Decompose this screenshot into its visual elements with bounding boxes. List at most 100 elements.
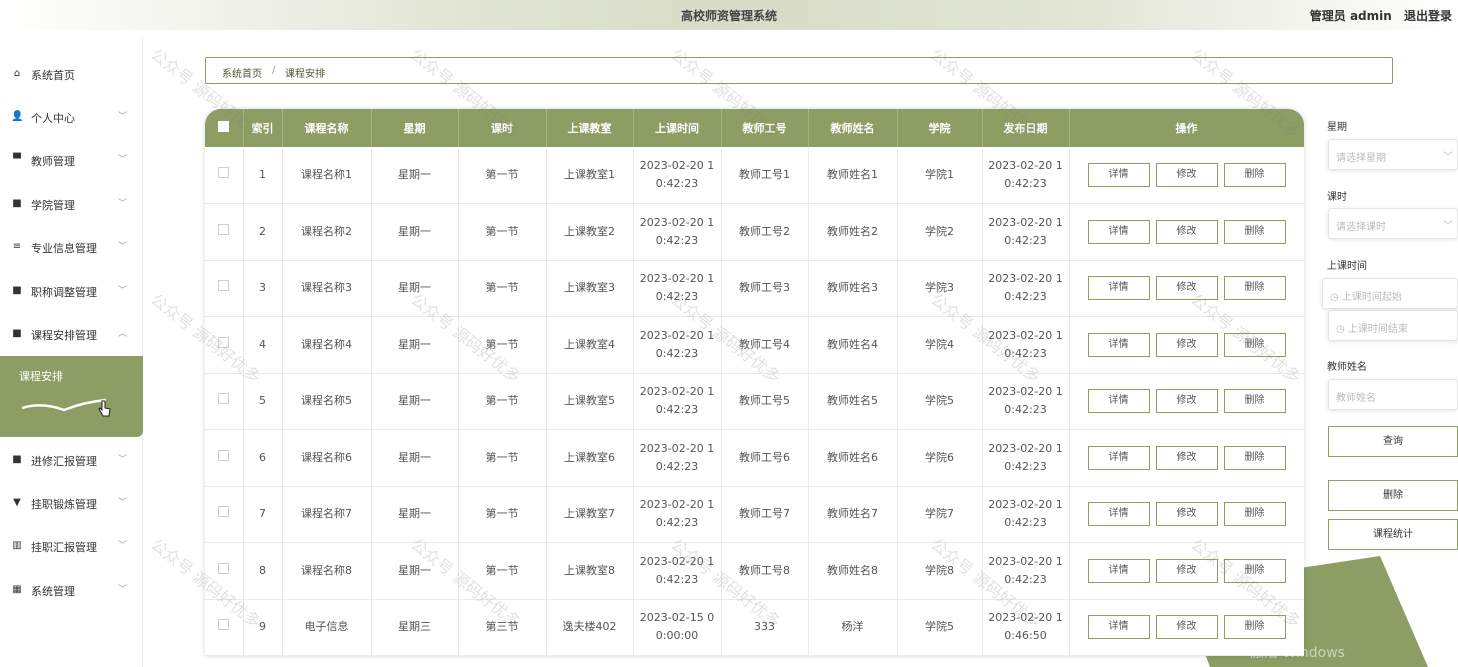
sidebar-item-9[interactable]: ▥ 挂职汇报管理 ﹀ xyxy=(0,531,143,561)
delete-button[interactable]: 删除 xyxy=(1223,389,1286,414)
detail-button[interactable]: 详情 xyxy=(1087,445,1150,470)
breadcrumb-separator: / xyxy=(272,65,276,76)
edit-button[interactable]: 修改 xyxy=(1155,558,1218,583)
col-header-period: 课时 xyxy=(458,109,547,147)
time-end-input[interactable]: ◷ 上课时间结束 xyxy=(1328,310,1458,341)
cell-period: 第三节 xyxy=(458,599,547,656)
cell-index: 4 xyxy=(243,316,283,374)
cell-index: 8 xyxy=(243,542,283,600)
edit-button[interactable]: 修改 xyxy=(1155,389,1218,414)
teacher-name-input[interactable]: 教师姓名 xyxy=(1328,379,1458,410)
cell-teacher-no: 教师工号8 xyxy=(721,542,809,600)
delete-button[interactable]: 删除 xyxy=(1223,276,1286,301)
delete-button[interactable]: 删除 xyxy=(1223,219,1286,244)
row-select-cell[interactable] xyxy=(205,429,244,487)
time-start-input[interactable]: ◷ 上课时间起始 xyxy=(1322,278,1458,309)
row-select-cell[interactable] xyxy=(205,260,244,317)
detail-button[interactable]: 详情 xyxy=(1087,558,1150,583)
row-checkbox[interactable] xyxy=(218,280,230,292)
teacher-name-label: 教师姓名 xyxy=(1327,362,1367,373)
row-checkbox[interactable] xyxy=(218,506,230,518)
cell-teacher-no: 教师工号4 xyxy=(721,316,809,374)
row-checkbox[interactable] xyxy=(218,562,230,574)
edit-button[interactable]: 修改 xyxy=(1155,332,1218,357)
edit-button[interactable]: 修改 xyxy=(1155,615,1218,640)
query-button[interactable]: 查询 xyxy=(1328,426,1458,457)
period-select[interactable]: 请选择课时 ﹀ xyxy=(1328,208,1458,239)
row-checkbox[interactable] xyxy=(218,449,230,461)
select-all-cell[interactable] xyxy=(205,109,244,147)
row-select-cell[interactable] xyxy=(205,486,244,543)
sidebar-item-10[interactable]: ▦ 系统管理 ﹀ xyxy=(0,575,143,605)
cell-time-line1: 2023-02-15 0 xyxy=(639,611,715,625)
row-checkbox[interactable] xyxy=(218,223,230,235)
sidebar-item-1[interactable]: 👤 个人中心 ﹀ xyxy=(0,102,143,132)
detail-button[interactable]: 详情 xyxy=(1087,332,1150,357)
cell-actions: 详情 修改 删除 xyxy=(1069,203,1304,261)
week-select-placeholder: 请选择星期 xyxy=(1336,153,1386,164)
row-select-cell[interactable] xyxy=(205,147,244,204)
sidebar-item-8[interactable]: ▼ 挂职锻炼管理 ﹀ xyxy=(0,488,143,518)
row-select-cell[interactable] xyxy=(205,203,244,261)
batch-delete-button[interactable]: 删除 xyxy=(1328,480,1458,511)
detail-button[interactable]: 详情 xyxy=(1087,163,1150,187)
sidebar-item-2[interactable]: ▀ 教师管理 ﹀ xyxy=(0,145,143,175)
time-label: 上课时间 xyxy=(1327,261,1367,272)
submenu-item-course-schedule[interactable]: 课程安排 xyxy=(19,368,63,384)
detail-button[interactable]: 详情 xyxy=(1087,502,1150,527)
breadcrumb-home[interactable]: 系统首页 xyxy=(222,65,262,80)
table-row: 5 课程名称5 星期一 第一节 上课教室5 2023-02-20 1 0:42:23 教师工号… xyxy=(205,373,1304,430)
cell-publish-line2: 0:46:50 xyxy=(1004,629,1047,643)
breadcrumb: 系统首页 / 课程安排 xyxy=(205,57,1393,84)
logout-link[interactable]: 退出登录 xyxy=(1404,9,1452,23)
detail-button[interactable]: 详情 xyxy=(1087,615,1150,640)
delete-button[interactable]: 删除 xyxy=(1223,615,1286,640)
grid-icon: ■ xyxy=(12,285,22,296)
cell-index: 9 xyxy=(243,599,283,656)
detail-button[interactable]: 详情 xyxy=(1087,219,1150,244)
cell-publish-line2: 0:42:23 xyxy=(1004,177,1047,190)
row-checkbox[interactable] xyxy=(218,167,230,178)
sidebar-item-3[interactable]: ■ 学院管理 ﹀ xyxy=(0,189,143,219)
grid-icon: ■ xyxy=(12,328,22,339)
sidebar-item-6[interactable]: ■ 课程安排管理 ︿ xyxy=(0,319,143,349)
edit-button[interactable]: 修改 xyxy=(1155,163,1218,187)
edit-button[interactable]: 修改 xyxy=(1155,276,1218,301)
delete-button[interactable]: 删除 xyxy=(1223,502,1286,527)
bar-chart-icon: ▥ xyxy=(12,540,22,551)
row-checkbox[interactable] xyxy=(218,393,230,405)
cell-teacher-name: 教师姓名1 xyxy=(808,147,898,204)
row-select-cell[interactable] xyxy=(205,373,244,430)
delete-button[interactable]: 删除 xyxy=(1223,445,1286,470)
detail-button[interactable]: 详情 xyxy=(1087,276,1150,301)
cell-actions: 详情 修改 删除 xyxy=(1069,542,1304,600)
teacher-name-placeholder: 教师姓名 xyxy=(1336,393,1376,404)
row-checkbox[interactable] xyxy=(218,619,230,631)
delete-button[interactable]: 删除 xyxy=(1223,163,1286,187)
course-stats-button[interactable]: 课程统计 xyxy=(1328,519,1458,550)
edit-button[interactable]: 修改 xyxy=(1155,502,1218,527)
edit-button[interactable]: 修改 xyxy=(1155,445,1218,470)
detail-button[interactable]: 详情 xyxy=(1087,389,1150,414)
row-select-cell[interactable] xyxy=(205,316,244,374)
row-checkbox[interactable] xyxy=(218,336,230,348)
cell-time-line1: 2023-02-20 1 xyxy=(639,159,715,172)
table-row: 4 课程名称4 星期一 第一节 上课教室4 2023-02-20 1 0:42:23 教师工号… xyxy=(205,316,1304,374)
week-select[interactable]: 请选择星期 ﹀ xyxy=(1328,139,1458,170)
delete-button[interactable]: 删除 xyxy=(1223,558,1286,583)
cell-week: 星期一 xyxy=(371,542,459,600)
select-all-checkbox[interactable] xyxy=(218,121,230,132)
delete-button[interactable]: 删除 xyxy=(1223,332,1286,357)
row-select-cell[interactable] xyxy=(205,542,244,600)
table-row: 2 课程名称2 星期一 第一节 上课教室2 2023-02-20 1 0:42:23 教师工号… xyxy=(205,203,1304,261)
sidebar-item-0[interactable]: ⌂ 系统首页 xyxy=(0,59,143,89)
edit-button[interactable]: 修改 xyxy=(1155,219,1218,244)
cell-college: 学院1 xyxy=(897,147,983,204)
top-bar: 高校师资管理系统 管理员 admin 退出登录 xyxy=(0,0,1458,30)
sidebar-item-label: 教师管理 xyxy=(31,155,75,168)
sidebar-item-4[interactable]: ≡ 专业信息管理 ﹀ xyxy=(0,232,143,262)
cell-college: 学院8 xyxy=(897,542,983,600)
sidebar-item-7[interactable]: ■ 进修汇报管理 ﹀ xyxy=(0,445,143,475)
sidebar-item-5[interactable]: ■ 职称调整管理 ﹀ xyxy=(0,276,143,306)
row-select-cell[interactable] xyxy=(205,599,244,656)
